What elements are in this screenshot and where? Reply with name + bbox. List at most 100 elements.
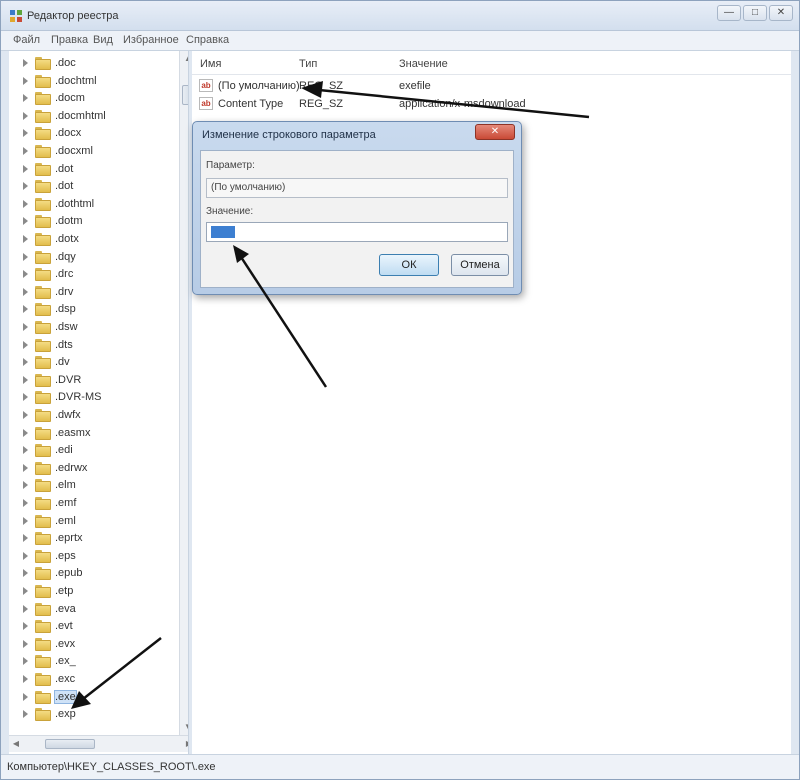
expand-arrow-icon[interactable]: [23, 376, 28, 384]
tree-item[interactable]: .dot: [9, 178, 171, 195]
expand-arrow-icon[interactable]: [23, 675, 28, 683]
menu-file[interactable]: Файл: [13, 34, 40, 46]
expand-arrow-icon[interactable]: [23, 552, 28, 560]
tree-item[interactable]: .dotm: [9, 213, 171, 230]
expand-arrow-icon[interactable]: [23, 640, 28, 648]
scroll-thumb[interactable]: [182, 85, 188, 105]
expand-arrow-icon[interactable]: [23, 305, 28, 313]
expand-arrow-icon[interactable]: [23, 499, 28, 507]
menu-help[interactable]: Справка: [186, 34, 229, 46]
tree-item[interactable]: .docm: [9, 90, 171, 107]
menu-edit[interactable]: Правка: [51, 34, 88, 46]
ok-button[interactable]: ОК: [379, 254, 439, 276]
tree-item[interactable]: .edi: [9, 442, 171, 459]
tree-item[interactable]: .exe: [9, 689, 171, 706]
tree-item[interactable]: .eva: [9, 601, 171, 618]
expand-arrow-icon[interactable]: [23, 200, 28, 208]
close-button[interactable]: ✕: [769, 5, 793, 21]
tree-item[interactable]: .evx: [9, 636, 171, 653]
tree-item[interactable]: .dqy: [9, 249, 171, 266]
scroll-left-icon[interactable]: ◀: [9, 736, 23, 752]
tree-item[interactable]: .drv: [9, 284, 171, 301]
scroll-up-icon[interactable]: ▲: [180, 51, 188, 67]
tree-item[interactable]: .ex_: [9, 653, 171, 670]
expand-arrow-icon[interactable]: [23, 446, 28, 454]
column-data[interactable]: Значение: [399, 58, 448, 70]
tree-item[interactable]: .DVR-MS: [9, 389, 171, 406]
tree-vertical-scrollbar[interactable]: ▲ ▼: [179, 51, 188, 735]
expand-arrow-icon[interactable]: [23, 605, 28, 613]
expand-arrow-icon[interactable]: [23, 341, 28, 349]
expand-arrow-icon[interactable]: [23, 411, 28, 419]
expand-arrow-icon[interactable]: [23, 323, 28, 331]
menu-favorites[interactable]: Избранное: [123, 34, 179, 46]
tree-item[interactable]: .evt: [9, 618, 171, 635]
tree-horizontal-scrollbar[interactable]: ◀ ▶: [9, 735, 188, 752]
expand-arrow-icon[interactable]: [23, 587, 28, 595]
value-data-input[interactable]: [206, 222, 508, 242]
menu-view[interactable]: Вид: [93, 34, 113, 46]
tree-item[interactable]: .dot: [9, 161, 171, 178]
expand-arrow-icon[interactable]: [23, 534, 28, 542]
tree-item[interactable]: .eml: [9, 513, 171, 530]
expand-arrow-icon[interactable]: [23, 288, 28, 296]
expand-arrow-icon[interactable]: [23, 182, 28, 190]
scroll-right-icon[interactable]: ▶: [182, 736, 188, 752]
expand-arrow-icon[interactable]: [23, 147, 28, 155]
expand-arrow-icon[interactable]: [23, 270, 28, 278]
expand-arrow-icon[interactable]: [23, 393, 28, 401]
expand-arrow-icon[interactable]: [23, 710, 28, 718]
column-name[interactable]: Имя: [200, 58, 221, 70]
tree-item[interactable]: .edrwx: [9, 460, 171, 477]
expand-arrow-icon[interactable]: [23, 253, 28, 261]
expand-arrow-icon[interactable]: [23, 481, 28, 489]
expand-arrow-icon[interactable]: [23, 358, 28, 366]
tree-item[interactable]: .docx: [9, 125, 171, 142]
tree-item[interactable]: .DVR: [9, 372, 171, 389]
value-row[interactable]: ab (По умолчанию) REG_SZ exefile: [192, 77, 791, 95]
tree-item[interactable]: .epub: [9, 565, 171, 582]
expand-arrow-icon[interactable]: [23, 94, 28, 102]
tree-item[interactable]: .eprtx: [9, 530, 171, 547]
expand-arrow-icon[interactable]: [23, 165, 28, 173]
expand-arrow-icon[interactable]: [23, 569, 28, 577]
expand-arrow-icon[interactable]: [23, 657, 28, 665]
tree-item[interactable]: .drc: [9, 266, 171, 283]
tree-item[interactable]: .dsw: [9, 319, 171, 336]
cancel-button[interactable]: Отмена: [451, 254, 509, 276]
tree-item[interactable]: .dwfx: [9, 407, 171, 424]
tree-item[interactable]: .doc: [9, 55, 171, 72]
value-row[interactable]: ab Content Type REG_SZ application/x-msd…: [192, 95, 791, 113]
tree-item[interactable]: .emf: [9, 495, 171, 512]
expand-arrow-icon[interactable]: [23, 693, 28, 701]
horizontal-scroll-thumb[interactable]: [45, 739, 95, 749]
tree-item[interactable]: .exc: [9, 671, 171, 688]
tree-item[interactable]: .dothtml: [9, 196, 171, 213]
expand-arrow-icon[interactable]: [23, 464, 28, 472]
tree-item[interactable]: .etp: [9, 583, 171, 600]
expand-arrow-icon[interactable]: [23, 129, 28, 137]
tree-item[interactable]: .dsp: [9, 301, 171, 318]
tree-item[interactable]: .dotx: [9, 231, 171, 248]
tree-item[interactable]: .dochtml: [9, 73, 171, 90]
maximize-button[interactable]: □: [743, 5, 767, 21]
column-type[interactable]: Тип: [299, 58, 317, 70]
tree-item[interactable]: .eps: [9, 548, 171, 565]
tree-item[interactable]: .docmhtml: [9, 108, 171, 125]
tree-item[interactable]: .docxml: [9, 143, 171, 160]
expand-arrow-icon[interactable]: [23, 112, 28, 120]
expand-arrow-icon[interactable]: [23, 622, 28, 630]
tree-item[interactable]: .exp: [9, 706, 171, 723]
expand-arrow-icon[interactable]: [23, 517, 28, 525]
scroll-down-icon[interactable]: ▼: [180, 719, 188, 735]
tree-item[interactable]: .elm: [9, 477, 171, 494]
minimize-button[interactable]: —: [717, 5, 741, 21]
expand-arrow-icon[interactable]: [23, 235, 28, 243]
expand-arrow-icon[interactable]: [23, 217, 28, 225]
tree-item[interactable]: .dv: [9, 354, 171, 371]
tree-item[interactable]: .easmx: [9, 425, 171, 442]
expand-arrow-icon[interactable]: [23, 59, 28, 67]
tree-item[interactable]: .dts: [9, 337, 171, 354]
expand-arrow-icon[interactable]: [23, 77, 28, 85]
dialog-close-button[interactable]: ✕: [475, 124, 515, 140]
